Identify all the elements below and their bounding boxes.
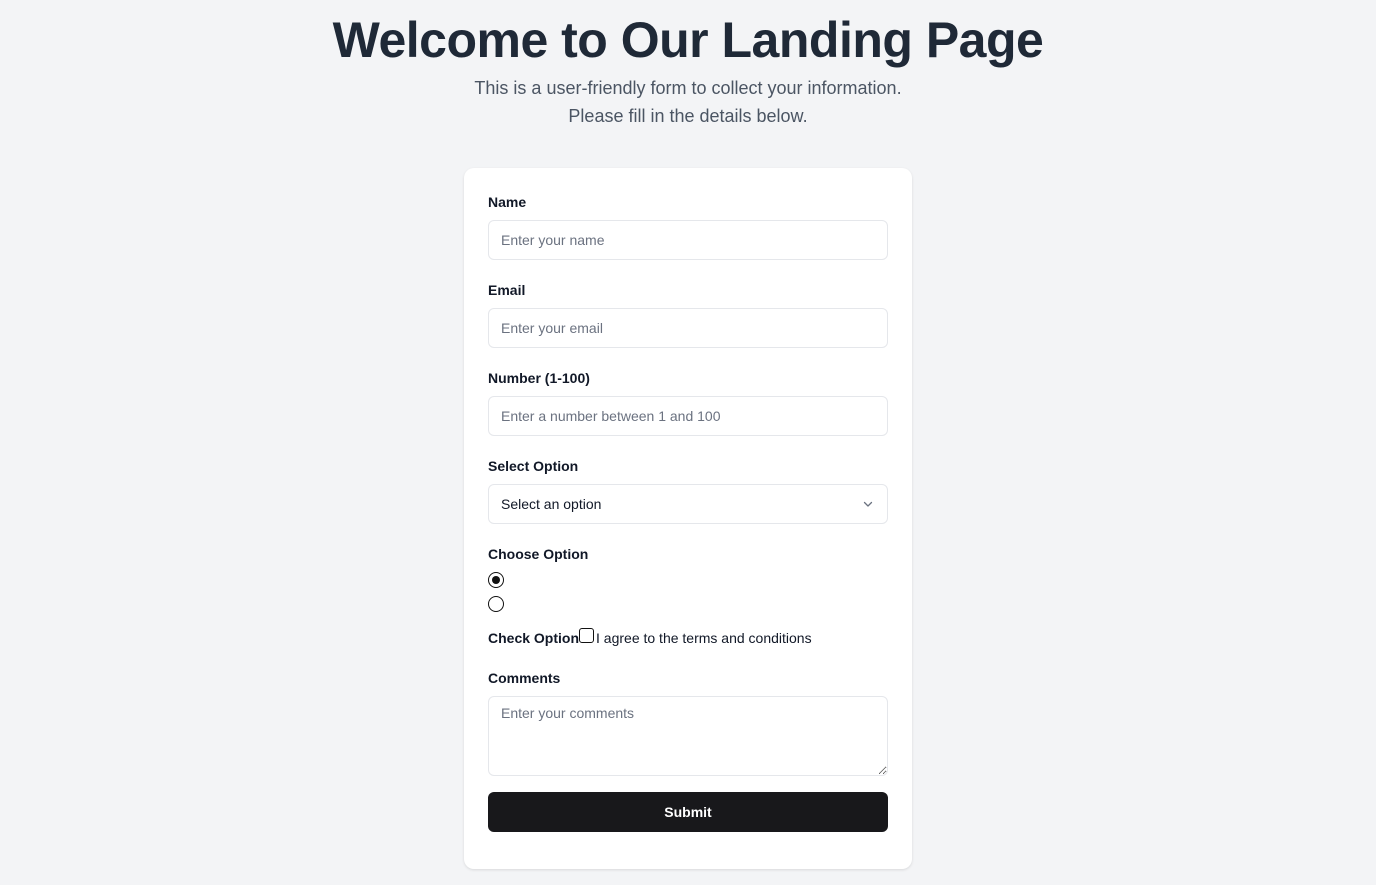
subtitle-line-1: This is a user-friendly form to collect …: [474, 78, 902, 98]
comments-label: Comments: [488, 670, 561, 686]
radio-label: Choose Option: [488, 546, 589, 562]
page-title: Welcome to Our Landing Page: [332, 12, 1044, 68]
terms-text: I agree to the terms and conditions: [596, 630, 812, 646]
chevron-down-icon: [863, 501, 873, 507]
number-field-group: Number (1-100): [488, 368, 888, 436]
checkbox-field-group: Check Option I agree to the terms and co…: [488, 627, 888, 648]
email-field-group: Email: [488, 280, 888, 348]
option-select[interactable]: Select an option: [488, 484, 888, 524]
terms-checkbox[interactable]: [579, 627, 595, 643]
radio-option-1[interactable]: [488, 572, 504, 588]
number-label: Number (1-100): [488, 370, 590, 386]
number-input[interactable]: [488, 396, 888, 436]
radio-field-group: Choose Option: [488, 544, 888, 612]
email-input[interactable]: [488, 308, 888, 348]
info-form: Name Email Number (1-100) Select Option …: [464, 168, 912, 869]
comments-textarea[interactable]: [488, 696, 888, 776]
hero: Welcome to Our Landing Page This is a us…: [0, 0, 1376, 130]
submit-button[interactable]: Submit: [488, 792, 888, 832]
name-field-group: Name: [488, 192, 888, 260]
name-input[interactable]: [488, 220, 888, 260]
radio-group: [488, 572, 888, 612]
comments-field-group: Comments: [488, 668, 888, 776]
checkbox-label: Check Option: [488, 630, 580, 646]
email-label: Email: [488, 282, 526, 298]
subtitle-line-2: Please fill in the details below.: [568, 106, 808, 126]
select-field-group: Select Option Select an option: [488, 456, 888, 524]
select-label: Select Option: [488, 458, 579, 474]
page-subtitle: This is a user-friendly form to collect …: [0, 74, 1376, 130]
radio-option-2[interactable]: [488, 596, 504, 612]
select-value: Select an option: [501, 496, 602, 512]
name-label: Name: [488, 194, 527, 210]
